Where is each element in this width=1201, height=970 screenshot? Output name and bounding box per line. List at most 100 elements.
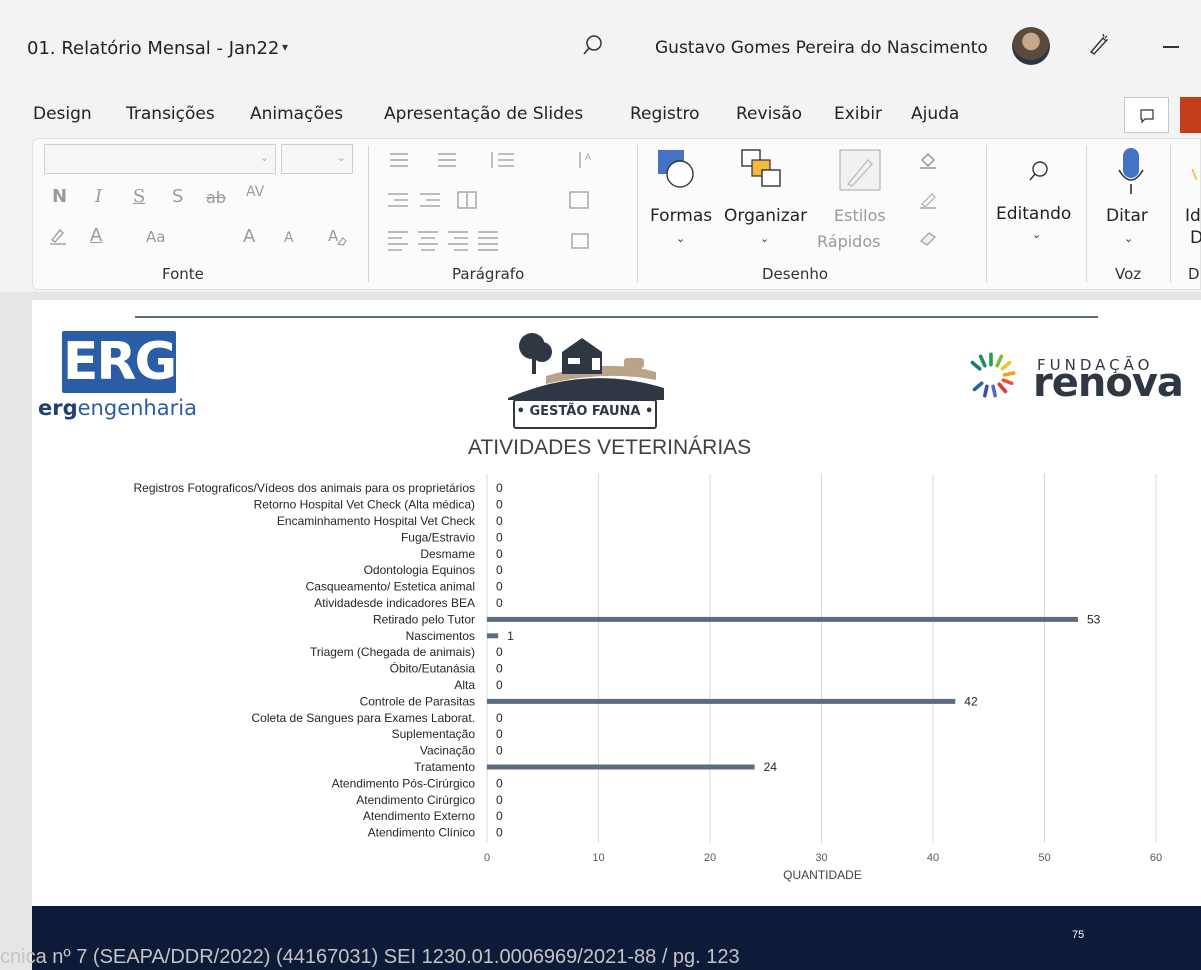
tab-revisao[interactable]: Revisão xyxy=(736,104,802,124)
group-font-label: Fonte xyxy=(162,265,204,283)
data-label: 24 xyxy=(764,760,778,774)
arrange-icon[interactable] xyxy=(740,148,784,192)
category-label: Casqueamento/ Estetica animal xyxy=(306,580,475,594)
bold-button[interactable]: N xyxy=(52,186,67,207)
category-label: Óbito/Eutanásia xyxy=(390,661,476,676)
gestao-fauna-text: • GESTÃO FAUNA • xyxy=(516,404,654,419)
category-label: Fuga/Estravio xyxy=(401,530,475,544)
tab-transicoes[interactable]: Transições xyxy=(126,104,215,124)
bar xyxy=(487,698,956,704)
document-footer-text: cnica nº 7 (SEAPA/DDR/2022) (44167031) S… xyxy=(0,946,740,968)
font-family-select[interactable]: ⌄ xyxy=(44,144,276,174)
designer-icon[interactable] xyxy=(1190,160,1201,190)
quick-styles-label-1[interactable]: Estilos xyxy=(834,206,886,225)
data-label: 0 xyxy=(496,727,503,741)
partial-label-2[interactable]: D xyxy=(1190,228,1201,248)
tab-exibir[interactable]: Exibir xyxy=(834,104,882,124)
data-label: 0 xyxy=(496,711,503,725)
arrange-chevron-icon[interactable]: ⌄ xyxy=(760,232,769,245)
category-label: Triagem (Chegada de animais) xyxy=(310,645,475,659)
x-tick-label: 20 xyxy=(704,852,716,864)
avatar[interactable] xyxy=(1012,27,1050,65)
arrange-label[interactable]: Organizar xyxy=(724,206,807,226)
category-label: Tratamento xyxy=(414,760,475,774)
search-icon[interactable] xyxy=(582,34,604,56)
erg-subtitle-bold: erg xyxy=(38,396,78,420)
tab-design[interactable]: Design xyxy=(33,104,92,124)
comments-button[interactable] xyxy=(1124,97,1169,133)
category-label: Atendimento Cirúrgico xyxy=(356,793,475,807)
group-partial-label: D xyxy=(1188,265,1200,283)
comment-icon xyxy=(1140,109,1154,124)
outline-icon[interactable] xyxy=(918,190,938,210)
tab-registro[interactable]: Registro xyxy=(630,104,700,124)
underline-button[interactable]: S xyxy=(133,186,145,207)
gestao-fauna-logo xyxy=(508,333,664,400)
italic-button[interactable]: I xyxy=(95,186,102,207)
document-title[interactable]: 01. Relatório Mensal - Jan22 xyxy=(27,38,279,59)
category-label: Nascimentos xyxy=(406,629,475,643)
data-label: 0 xyxy=(496,744,503,758)
separator xyxy=(637,146,638,282)
data-label: 0 xyxy=(496,563,503,577)
bar xyxy=(487,764,755,770)
renova-text: renova xyxy=(1033,360,1184,406)
effects-icon[interactable] xyxy=(918,228,938,248)
x-tick-label: 50 xyxy=(1038,852,1050,864)
category-label: Suplementação xyxy=(392,727,476,741)
fill-icon[interactable] xyxy=(918,150,938,170)
tab-animacoes[interactable]: Animações xyxy=(250,104,343,124)
user-name[interactable]: Gustavo Gomes Pereira do Nascimento xyxy=(655,38,988,58)
find-icon[interactable] xyxy=(1028,160,1050,182)
category-label: Odontologia Equinos xyxy=(364,563,475,577)
separator xyxy=(1086,146,1087,282)
font-size-select[interactable]: ⌄ xyxy=(281,144,353,174)
x-tick-label: 60 xyxy=(1150,852,1162,864)
shrink-font-button[interactable]: A xyxy=(284,230,294,246)
tab-ajuda[interactable]: Ajuda xyxy=(911,104,959,124)
svg-text:A: A xyxy=(328,227,339,245)
quick-styles-icon[interactable] xyxy=(838,148,882,192)
paragraph-tools-icon[interactable]: A xyxy=(380,148,630,258)
shapes-icon[interactable] xyxy=(656,148,696,188)
dictate-chevron-icon[interactable]: ⌄ xyxy=(1124,232,1133,245)
clear-formatting-icon[interactable]: A xyxy=(326,226,348,248)
designer-pen-icon[interactable] xyxy=(1086,32,1110,56)
data-label: 0 xyxy=(496,580,503,594)
category-label: Atendimento Pós-Cirúrgico xyxy=(332,776,476,790)
strikethrough-button[interactable]: ab xyxy=(206,188,226,207)
highlight-icon[interactable] xyxy=(48,226,68,246)
character-spacing-button[interactable]: AV xyxy=(246,184,264,200)
category-label: Vacinação xyxy=(420,744,475,758)
shapes-label[interactable]: Formas xyxy=(650,206,712,226)
dictate-label[interactable]: Ditar xyxy=(1106,206,1148,226)
category-label: Coleta de Sangues para Exames Laborat. xyxy=(252,711,475,725)
group-voice-label: Voz xyxy=(1115,265,1142,283)
category-label: Atendimento Externo xyxy=(363,809,475,823)
separator xyxy=(368,146,369,282)
separator xyxy=(986,146,987,282)
shadow-button[interactable]: S xyxy=(172,186,183,207)
erg-subtitle: ergengenharia xyxy=(38,396,197,420)
tab-apresentacao[interactable]: Apresentação de Slides xyxy=(384,104,583,124)
erg-logo-text: ERG xyxy=(62,332,177,392)
category-label: Desmame xyxy=(420,547,475,561)
data-label: 0 xyxy=(496,809,503,823)
partial-label-1[interactable]: Id xyxy=(1185,206,1201,226)
shapes-chevron-icon[interactable]: ⌄ xyxy=(676,232,685,245)
quick-styles-label-2[interactable]: Rápidos xyxy=(817,232,880,251)
data-label: 0 xyxy=(496,481,503,495)
slide-page-number: 75 xyxy=(1072,929,1085,941)
title-chevron-icon[interactable]: ▾ xyxy=(282,40,288,54)
editing-chevron-icon[interactable]: ⌄ xyxy=(1032,228,1041,241)
editing-label[interactable]: Editando xyxy=(996,204,1071,224)
minimize-icon[interactable] xyxy=(1163,46,1179,48)
change-case-button[interactable]: Aa xyxy=(146,228,165,246)
separator xyxy=(1170,146,1171,282)
font-color-button[interactable]: A xyxy=(90,225,102,246)
category-label: Registros Fotograficos/Vídeos dos animai… xyxy=(134,481,476,495)
data-label: 0 xyxy=(496,514,503,528)
share-button[interactable] xyxy=(1180,97,1201,133)
grow-font-button[interactable]: A xyxy=(243,226,255,247)
microphone-icon[interactable] xyxy=(1116,146,1146,196)
